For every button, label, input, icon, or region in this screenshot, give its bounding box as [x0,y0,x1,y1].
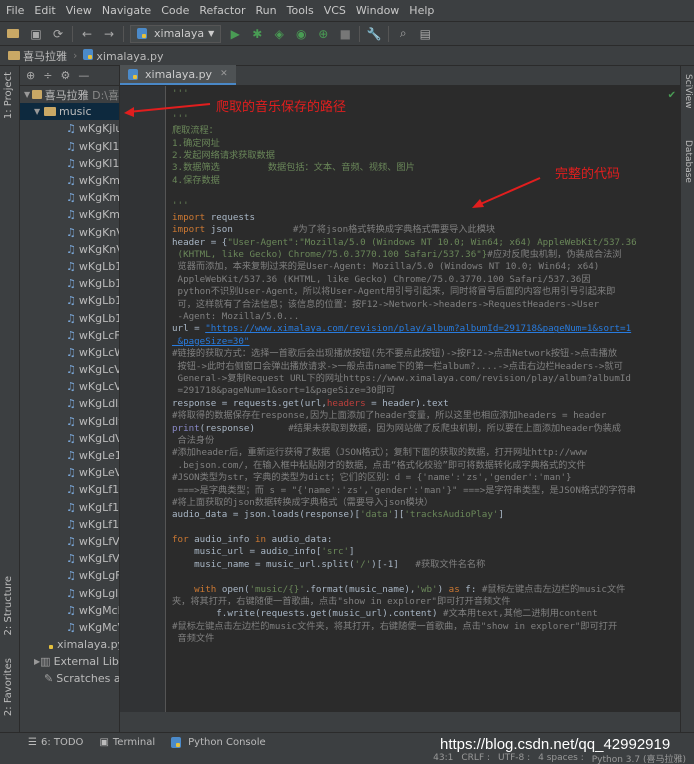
annotation-arrowhead [124,107,134,117]
status-bar: 43:1 CRLF : UTF-8 : 4 spaces : Python 3.… [0,752,694,764]
annotation-music-path: 爬取的音乐保存的路径 [216,100,347,115]
annotation-arrow-music [127,103,211,113]
todo-tool-button[interactable]: ☰ 6: TODO [28,737,83,748]
python-interpreter[interactable]: Python 3.7 (喜马拉雅) [592,752,686,764]
python-console-tool-button[interactable]: Python Console [171,737,266,748]
python-console-icon [171,737,182,748]
watermark-url: https://blog.csdn.net/qq_42992919 [440,736,671,753]
annotation-arrow-code [475,177,541,207]
todo-icon: ☰ [28,737,37,748]
annotation-arrows [124,103,541,208]
terminal-icon: ▣ [99,737,109,748]
indent-setting[interactable]: 4 spaces : [538,753,584,763]
annotation-full-code: 完整的代码 [555,167,621,182]
annotation-arrowhead [472,199,484,208]
file-encoding[interactable]: UTF-8 : [498,753,530,763]
caret-position[interactable]: 43:1 [433,753,453,763]
line-separator[interactable]: CRLF : [461,753,490,763]
terminal-tool-button[interactable]: ▣ Terminal [99,737,155,748]
